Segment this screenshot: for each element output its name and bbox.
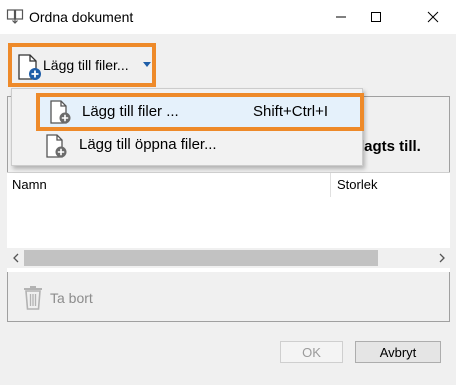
delete-label: Ta bort <box>50 290 93 306</box>
chevron-left-icon <box>12 253 18 263</box>
add-file-icon <box>50 100 71 124</box>
cancel-button[interactable]: Avbryt <box>355 341 441 363</box>
close-icon <box>427 11 439 23</box>
close-button[interactable] <box>410 0 456 34</box>
menu-item-label: Lägg till filer ... <box>82 103 179 120</box>
maximize-icon <box>371 12 381 22</box>
trash-icon <box>24 286 42 310</box>
scroll-left-button[interactable] <box>7 248 24 268</box>
add-files-label: Lägg till filer... <box>43 57 129 73</box>
column-header-name[interactable]: Namn <box>7 173 331 197</box>
document-arrange-icon <box>6 9 24 24</box>
delete-button[interactable]: Ta bort <box>22 283 93 313</box>
menu-item-add-files[interactable]: Lägg till filer ... Shift+Ctrl+I <box>36 93 364 131</box>
add-files-button[interactable]: Lägg till filer... <box>8 43 156 87</box>
menu-item-label: Lägg till öppna filer... <box>79 136 217 153</box>
menu-item-add-open-files[interactable]: Lägg till öppna filer... <box>40 129 365 163</box>
window-title: Ordna dokument <box>29 9 134 25</box>
chevron-right-icon <box>439 253 445 263</box>
ok-button[interactable]: OK <box>280 341 343 363</box>
scrollbar-thumb[interactable] <box>24 250 378 266</box>
scroll-right-button[interactable] <box>433 248 450 268</box>
horizontal-scrollbar[interactable] <box>7 248 450 268</box>
chevron-down-icon[interactable] <box>143 62 151 67</box>
add-files-menu: Lägg till filer ... Shift+Ctrl+I Lägg ti… <box>11 88 365 166</box>
add-file-icon <box>46 134 67 158</box>
add-file-icon <box>18 54 41 80</box>
minimize-icon <box>336 16 346 18</box>
title-bar: Ordna dokument <box>0 0 456 34</box>
maximize-button[interactable] <box>353 0 399 34</box>
column-header-size[interactable]: Storlek <box>332 173 450 197</box>
hint-text: lagts till. <box>360 138 421 155</box>
menu-item-shortcut: Shift+Ctrl+I <box>253 103 329 120</box>
